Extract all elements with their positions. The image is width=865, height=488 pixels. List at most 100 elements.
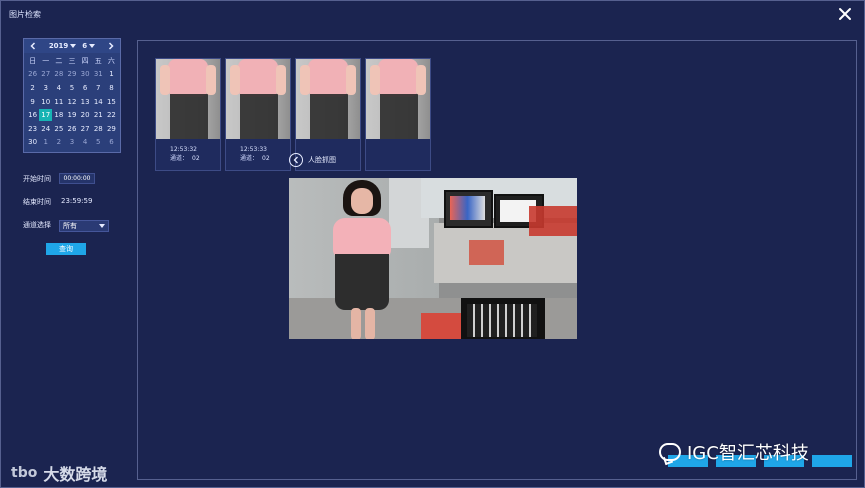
calendar-day[interactable]: 5 — [65, 82, 78, 94]
thumbnail-meta: 12:53:32 通道： 02 — [156, 139, 220, 163]
calendar-day[interactable]: 20 — [79, 109, 92, 121]
thumbnail-meta: 12:53:33 通道： 02 — [226, 139, 290, 163]
calendar-day[interactable]: 27 — [79, 123, 92, 135]
watermark-left-logo: tbo — [11, 465, 38, 481]
calendar-day[interactable]: 6 — [105, 136, 118, 148]
calendar-day[interactable]: 5 — [92, 136, 105, 148]
image-search-window: 图片检索 2019 6 日 一 二 三 四 五 六 26 27 28 29 30… — [0, 0, 865, 488]
thumbnail-channel-value: 02 — [262, 155, 270, 162]
calendar-day[interactable]: 8 — [105, 82, 118, 94]
year-select[interactable]: 2019 — [48, 42, 77, 50]
calendar-day[interactable]: 24 — [39, 123, 52, 135]
thumbnail-image — [226, 59, 290, 139]
calendar-day[interactable]: 26 — [26, 68, 39, 80]
detail-header: 人脸抓图 — [289, 153, 336, 167]
weekday-header: 四 — [81, 56, 89, 65]
calendar-day[interactable]: 3 — [65, 136, 78, 148]
calendar-day[interactable]: 28 — [52, 68, 65, 80]
weekday-header: 日 — [29, 56, 37, 65]
calendar-day[interactable]: 2 — [52, 136, 65, 148]
calendar-day[interactable]: 15 — [105, 96, 118, 108]
weekday-header: 三 — [68, 56, 76, 65]
chevron-down-icon — [89, 44, 96, 48]
calendar-day[interactable]: 11 — [52, 96, 65, 108]
calendar-day[interactable]: 29 — [65, 68, 78, 80]
end-time-value[interactable]: 23:59:59 — [61, 197, 92, 205]
thumbnail-card[interactable] — [365, 58, 431, 171]
calendar-day[interactable]: 25 — [52, 123, 65, 135]
calendar-day[interactable]: 6 — [79, 82, 92, 94]
close-icon — [839, 8, 851, 20]
calendar-day[interactable]: 16 — [26, 109, 39, 121]
thumbnail-channel: 通道： 02 — [240, 154, 290, 163]
thumbnail-card[interactable]: 12:53:32 通道： 02 — [155, 58, 221, 171]
thumbnail-image — [156, 59, 220, 139]
watermark-left: tbo 大数跨境 — [11, 461, 107, 485]
calendar-day[interactable]: 26 — [65, 123, 78, 135]
calendar-day[interactable]: 21 — [92, 109, 105, 121]
face-capture-image — [289, 178, 577, 339]
next-month-button[interactable] — [106, 41, 116, 51]
weekday-header: 六 — [107, 56, 115, 65]
action-button-4[interactable] — [812, 455, 852, 467]
thumbnail-time: 12:53:33 — [240, 146, 267, 153]
calendar-day[interactable]: 22 — [105, 109, 118, 121]
window-title: 图片检索 — [9, 10, 41, 19]
action-button-1[interactable] — [668, 455, 708, 467]
calendar-day[interactable]: 29 — [105, 123, 118, 135]
calendar-day[interactable]: 3 — [39, 82, 52, 94]
month-select[interactable]: 6 — [82, 42, 96, 50]
calendar-day[interactable]: 18 — [52, 109, 65, 121]
calendar-day[interactable]: 19 — [65, 109, 78, 121]
prev-month-button[interactable] — [28, 41, 38, 51]
thumbnail-channel-label: 通道： — [170, 155, 189, 162]
calendar-day[interactable]: 13 — [79, 96, 92, 108]
calendar-day[interactable]: 17 — [39, 109, 53, 122]
action-button-3[interactable] — [764, 455, 804, 467]
start-time-input[interactable]: 00:00:00 — [59, 173, 95, 184]
chevron-right-icon — [108, 42, 114, 50]
calendar-day[interactable]: 1 — [105, 68, 118, 80]
calendar-day[interactable]: 31 — [92, 68, 105, 80]
calendar-day[interactable]: 4 — [52, 82, 65, 94]
weekday-header: 一 — [42, 56, 50, 65]
thumbnail-card[interactable]: 12:53:33 通道： 02 — [225, 58, 291, 171]
thumbnail-meta — [296, 139, 360, 145]
thumbnail-image — [366, 59, 430, 139]
calendar-day[interactable]: 28 — [92, 123, 105, 135]
calendar-day[interactable]: 7 — [92, 82, 105, 94]
action-button-2[interactable] — [716, 455, 756, 467]
calendar-day[interactable]: 14 — [92, 96, 105, 108]
calendar-day[interactable]: 10 — [39, 96, 52, 108]
calendar-day[interactable]: 12 — [65, 96, 78, 108]
year-month-selectors: 2019 6 — [48, 42, 96, 50]
thumbnail-meta — [366, 139, 430, 145]
year-value: 2019 — [48, 42, 69, 50]
calendar-day[interactable]: 30 — [26, 136, 39, 148]
calendar-day[interactable]: 2 — [26, 82, 39, 94]
thumbnail-channel: 通道： 02 — [170, 154, 220, 163]
calendar-day[interactable]: 1 — [39, 136, 52, 148]
calendar-day[interactable]: 23 — [26, 123, 39, 135]
thumbnail-time: 12:53:32 — [170, 146, 197, 153]
calendar-day[interactable]: 27 — [39, 68, 52, 80]
back-arrow-icon — [293, 156, 298, 164]
calendar: 2019 6 日一二三四五六 26 27 28 29 30 31 1 2 3 4 5 6 7 8 9 10 11 1… — [23, 38, 121, 153]
start-time-label: 开始时间 — [23, 175, 51, 183]
channel-select[interactable]: 所有 — [59, 220, 109, 232]
calendar-day[interactable]: 4 — [79, 136, 92, 148]
channel-select-value: 所有 — [63, 222, 77, 230]
calendar-day[interactable]: 30 — [79, 68, 92, 80]
query-button[interactable]: 查询 — [46, 243, 86, 255]
chevron-left-icon — [30, 42, 36, 50]
thumbnail-channel-label: 通道： — [240, 155, 259, 162]
watermark-left-text: 大数跨境 — [43, 465, 108, 484]
end-time-label: 结束时间 — [23, 198, 51, 206]
chevron-down-icon — [99, 224, 105, 228]
calendar-day[interactable]: 9 — [26, 96, 39, 108]
back-button[interactable] — [289, 153, 303, 167]
calendar-header: 2019 6 — [24, 39, 120, 53]
weekday-header: 五 — [94, 56, 102, 65]
close-button[interactable] — [836, 5, 854, 23]
results-panel: 12:53:32 通道： 02 12:53:33 通道： 02 人脸抓图 — [137, 40, 857, 480]
